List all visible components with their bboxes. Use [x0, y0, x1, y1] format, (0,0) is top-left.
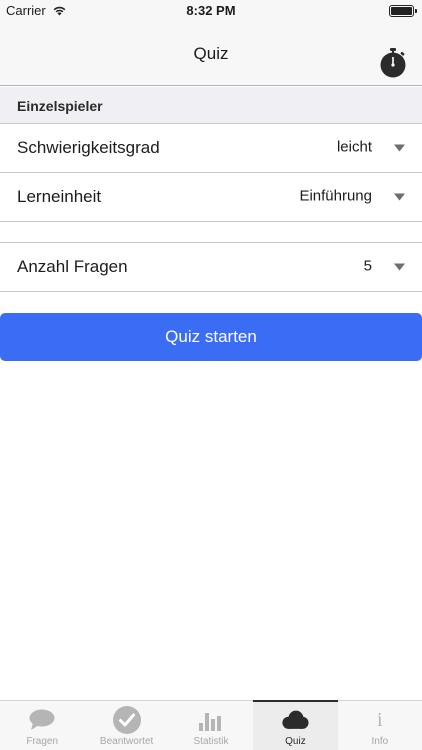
tab-label: Statistik [193, 736, 229, 747]
difficulty-row[interactable]: Schwierigkeitsgrad leicht [0, 124, 422, 173]
navigation-bar: Quiz [0, 22, 422, 86]
info-icon: i [377, 708, 383, 731]
difficulty-value: leicht [336, 138, 372, 156]
tab-quiz[interactable]: Quiz [253, 700, 339, 750]
learning-unit-row[interactable]: Lerneinheit Einführung [0, 173, 422, 222]
chevron-down-icon [394, 263, 405, 271]
tab-label: Beantwortet [99, 736, 154, 747]
tab-bar: Fragen Beantwortet Statistik Quiz i Info [0, 700, 422, 750]
question-count-row[interactable]: Anzahl Fragen 5 [0, 243, 422, 292]
chevron-down-icon [394, 144, 405, 152]
cloud-icon [281, 706, 309, 734]
question-count-label: Anzahl Fragen [17, 257, 128, 276]
page-title: Quiz [193, 44, 229, 63]
question-count-value: 5 [363, 257, 372, 275]
battery-level [391, 7, 412, 15]
stopwatch-icon[interactable] [380, 48, 406, 78]
status-time: 8:32 PM [186, 3, 236, 18]
checkmark-circle-icon [112, 706, 141, 734]
tab-label: Quiz [285, 736, 306, 747]
tab-label: Fragen [26, 736, 59, 747]
tab-beantwortet[interactable]: Beantwortet [84, 701, 168, 750]
section-header: Einzelspieler [0, 87, 422, 124]
row-spacer [0, 222, 422, 243]
tab-statistik[interactable]: Statistik [169, 701, 253, 750]
start-quiz-button[interactable]: Quiz starten [0, 313, 422, 361]
battery-icon [389, 5, 417, 17]
difficulty-label: Schwierigkeitsgrad [17, 138, 160, 157]
bar-chart-icon [197, 706, 225, 734]
tab-label: Info [371, 736, 389, 747]
learning-unit-label: Lerneinheit [17, 187, 102, 206]
learning-unit-value: Einführung [299, 187, 372, 205]
status-bar: Carrier 8:32 PM [0, 0, 422, 22]
chevron-down-icon [394, 193, 405, 201]
tab-fragen[interactable]: Fragen [0, 701, 84, 750]
tab-info[interactable]: i Info [338, 701, 422, 750]
section-title: Einzelspieler [17, 98, 103, 114]
speech-bubble-icon [28, 706, 56, 734]
